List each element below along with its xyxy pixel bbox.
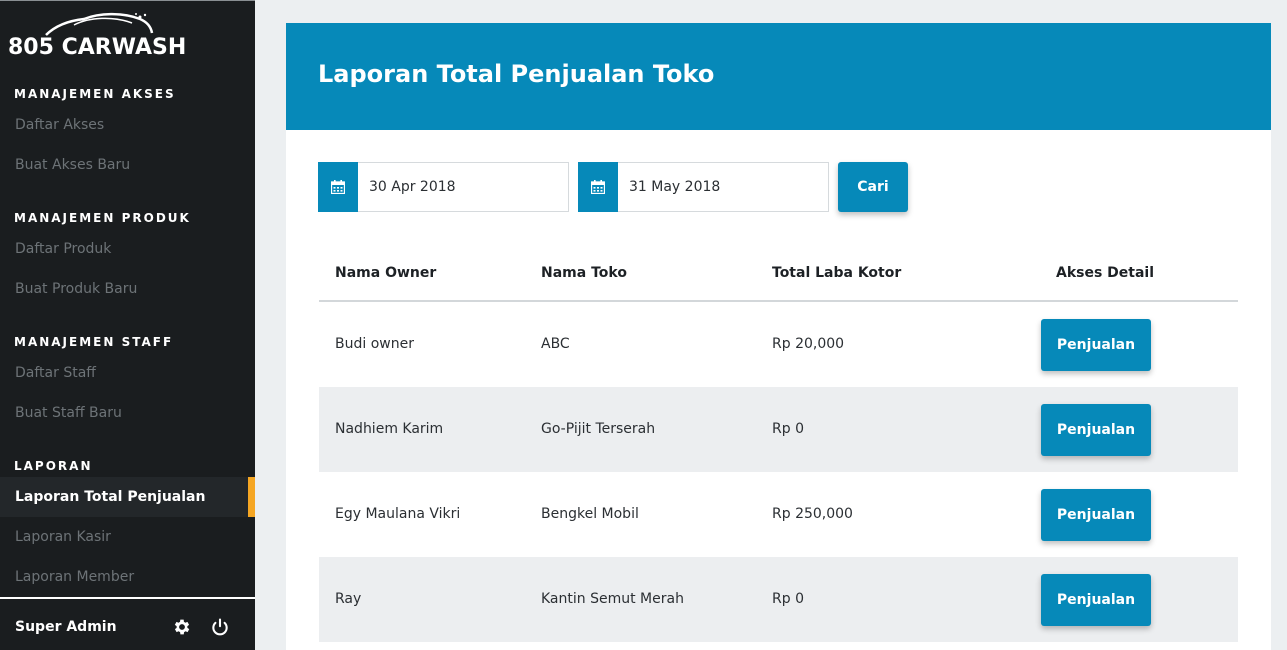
sidebar-item-daftar-produk[interactable]: Daftar Produk — [0, 229, 255, 269]
start-date-input[interactable]: 30 Apr 2018 — [369, 163, 559, 211]
sidebar-item-daftar-staff[interactable]: Daftar Staff — [0, 353, 255, 393]
total-cell: Rp 0 — [772, 421, 804, 437]
table-row: Egy Maulana Vikri Bengkel Mobil Rp 250,0… — [319, 472, 1238, 557]
sidebar-item-laporan-kasir[interactable]: Laporan Kasir — [0, 517, 255, 557]
logo-text: 805 CARWASH — [8, 35, 187, 60]
sidebar-item-laporan-member[interactable]: Laporan Member — [0, 557, 255, 597]
gear-icon[interactable] — [172, 617, 192, 637]
sidebar: 805 CARWASH MANAJEMEN AKSES Daftar Akses… — [0, 0, 255, 650]
car-logo-icon — [45, 12, 154, 36]
section-title-manajemen-akses: MANAJEMEN AKSES — [14, 87, 176, 101]
sidebar-item-buat-produk-baru[interactable]: Buat Produk Baru — [0, 269, 255, 309]
store-cell: Kantin Semut Merah — [541, 591, 684, 607]
section-title-manajemen-staff: MANAJEMEN STAFF — [14, 335, 174, 349]
sidebar-item-buat-staff-baru[interactable]: Buat Staff Baru — [0, 393, 255, 433]
penjualan-button[interactable]: Penjualan — [1041, 574, 1151, 626]
page-title: Laporan Total Penjualan Toko — [318, 60, 715, 88]
sidebar-item-daftar-akses[interactable]: Daftar Akses — [0, 105, 255, 145]
total-cell: Rp 20,000 — [772, 336, 845, 352]
store-cell: ABC — [541, 336, 570, 352]
table-header: Nama Owner Nama Toko Total Laba Kotor Ak… — [319, 249, 1238, 302]
penjualan-button[interactable]: Penjualan — [1041, 489, 1151, 541]
owner-cell: Ray — [335, 591, 362, 607]
column-header-detail: Akses Detail — [1056, 265, 1155, 281]
section-title-laporan: LAPORAN — [14, 459, 93, 473]
sales-table: Nama Owner Nama Toko Total Laba Kotor Ak… — [319, 249, 1238, 642]
table-row: Ray Kantin Semut Merah Rp 0 Penjualan — [319, 557, 1238, 642]
start-date-field[interactable]: 30 Apr 2018 — [318, 162, 569, 212]
table-row: Nadhiem Karim Go-Pijit Terserah Rp 0 Pen… — [319, 387, 1238, 472]
column-header-total[interactable]: Total Laba Kotor — [772, 265, 901, 281]
report-card: Laporan Total Penjualan Toko 30 Apr 2018 — [286, 23, 1271, 650]
owner-cell: Nadhiem Karim — [335, 421, 444, 437]
end-date-input[interactable]: 31 May 2018 — [629, 163, 819, 211]
calendar-icon[interactable] — [318, 162, 358, 212]
column-header-store[interactable]: Nama Toko — [541, 265, 627, 281]
owner-cell: Egy Maulana Vikri — [335, 506, 461, 522]
table-row: Budi owner ABC Rp 20,000 Penjualan — [319, 302, 1238, 387]
end-date-field[interactable]: 31 May 2018 — [578, 162, 829, 212]
calendar-icon[interactable] — [578, 162, 618, 212]
user-name: Super Admin — [15, 619, 117, 635]
column-header-owner[interactable]: Nama Owner — [335, 265, 436, 281]
power-icon[interactable] — [210, 617, 230, 637]
card-header: Laporan Total Penjualan Toko — [286, 23, 1271, 130]
owner-cell: Budi owner — [335, 336, 414, 352]
section-title-manajemen-produk: MANAJEMEN PRODUK — [14, 211, 191, 225]
total-cell: Rp 0 — [772, 591, 804, 607]
store-cell: Bengkel Mobil — [541, 506, 639, 522]
penjualan-button[interactable]: Penjualan — [1041, 319, 1151, 371]
sidebar-footer: Super Admin — [0, 597, 255, 650]
sidebar-item-buat-akses-baru[interactable]: Buat Akses Baru — [0, 145, 255, 185]
store-cell: Go-Pijit Terserah — [541, 421, 656, 437]
penjualan-button[interactable]: Penjualan — [1041, 404, 1151, 456]
total-cell: Rp 250,000 — [772, 506, 853, 522]
logo[interactable]: 805 CARWASH — [8, 9, 198, 64]
sidebar-item-laporan-total-penjualan[interactable]: Laporan Total Penjualan — [0, 477, 255, 517]
search-button[interactable]: Cari — [838, 162, 908, 212]
